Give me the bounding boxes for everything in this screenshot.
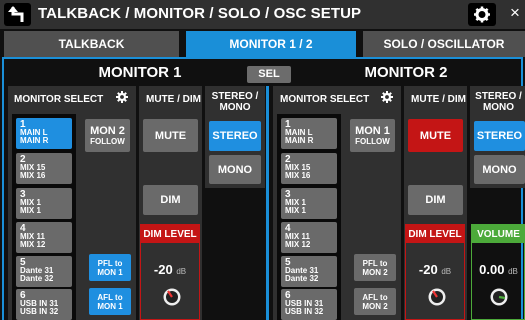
monitor1-follow-button[interactable]: MON 2 FOLLOW [85,119,130,152]
pfl-sublabel: MON 1 [97,267,123,277]
source-label-r: MIX 1 [285,206,306,215]
monitor2-title: MONITOR 2 [364,64,448,81]
tab-solo-oscillator[interactable]: SOLO / OSCILLATOR [363,31,525,57]
follow-sublabel: FOLLOW [90,137,125,146]
monitor2-source-1[interactable]: 1 MAIN L MAIN R [281,118,337,149]
monitor1-dim-button[interactable]: DIM [143,185,198,215]
afl-label: AFL to [362,292,388,302]
monitor2-dim-level-label: DIM LEVEL [406,225,464,243]
monitor1-mute-dim-header: MUTE / DIM [146,94,201,105]
monitor1-pfl-button[interactable]: PFL to MON 1 [89,254,131,281]
source-label-r: MIX 1 [20,206,41,215]
monitor2-source-4[interactable]: 4 MIX 11 MIX 12 [281,222,337,253]
monitor2-mute-button[interactable]: MUTE [408,119,463,152]
monitor2-volume-knob-icon[interactable] [489,287,509,307]
afl-sublabel: MON 1 [97,301,123,311]
stereo-mono-header-line1: STEREO / [475,91,522,102]
monitor2-mono-button[interactable]: MONO [474,155,525,184]
monitor2-volume-label: VOLUME [472,225,525,243]
monitor2-pfl-button[interactable]: PFL to MON 2 [354,254,396,281]
monitor1-source-3[interactable]: 3 MIX 1 MIX 1 [16,188,72,219]
monitor1-gear-icon[interactable] [115,90,129,104]
gear-icon [474,6,490,23]
pfl-label: PFL to [97,258,123,268]
monitor2-follow-button[interactable]: MON 1 FOLLOW [350,119,395,152]
pfl-sublabel: MON 2 [362,267,388,277]
monitor1-source-4[interactable]: 4 MIX 11 MIX 12 [16,222,72,253]
tab-monitor-1-2[interactable]: MONITOR 1 / 2 [186,31,356,57]
monitor2-source-6[interactable]: 6 USB IN 31 USB IN 32 [281,289,337,320]
stereo-mono-header-line1: STEREO / [211,91,259,102]
monitor1-source-5[interactable]: 5 Dante 31 Dante 32 [16,256,72,287]
monitor1-source-1[interactable]: 1 MAIN L MAIN R [16,118,72,149]
source-label-r: MAIN R [20,136,49,145]
monitor2-select-header: MONITOR SELECT [280,94,370,105]
page-title: TALKBACK / MONITOR / SOLO / OSC SETUP [38,5,362,22]
monitor1-mute-button[interactable]: MUTE [143,119,198,152]
monitor1-stereo-button[interactable]: STEREO [209,121,261,151]
tab-talkback[interactable]: TALKBACK [4,31,179,57]
monitor1-afl-button[interactable]: AFL to MON 1 [89,288,131,315]
source-label-r: USB IN 32 [20,307,59,316]
dim-level-unit: dB [441,267,452,276]
source-label-r: MIX 16 [285,171,311,180]
follow-label: MON 2 [90,125,125,137]
monitor2-dim-level-value: -20 dB [406,262,464,277]
monitor2-source-3[interactable]: 3 MIX 1 MIX 1 [281,188,337,219]
dim-level-number: -20 [153,262,173,277]
source-label-r: Dante 32 [20,274,54,283]
follow-label: MON 1 [355,125,390,137]
back-arrow-icon [8,6,24,22]
monitor2-gear-icon[interactable] [380,90,394,104]
dim-level-unit: dB [176,267,187,276]
monitor1-mono-button[interactable]: MONO [209,155,261,184]
monitor1-select-header: MONITOR SELECT [14,94,104,105]
monitor2-mute-dim-header: MUTE / DIM [411,94,466,105]
source-label-r: MIX 12 [20,240,46,249]
volume-unit: dB [508,267,518,276]
dim-level-number: -20 [418,262,438,277]
monitor-divider [266,86,269,320]
monitor1-dim-level-label: DIM LEVEL [141,225,199,243]
pfl-label: PFL to [362,258,388,268]
stereo-mono-header-line2: MONO [219,102,251,113]
source-label-r: Dante 32 [285,274,319,283]
volume-number: 0.00 [479,262,505,277]
monitor2-afl-button[interactable]: AFL to MON 2 [354,288,396,315]
monitor1-dim-level-value: -20 dB [141,262,199,277]
source-label-r: USB IN 32 [285,307,324,316]
follow-sublabel: FOLLOW [355,137,390,146]
monitor1-stereo-mono-header: STEREO / MONO [205,91,265,113]
monitor2-dim-button[interactable]: DIM [408,185,463,215]
monitor2-stereo-mono-header: STEREO / MONO [472,91,525,113]
settings-button[interactable] [468,3,496,26]
stereo-mono-header-line2: MONO [482,102,515,113]
source-label-r: MIX 16 [20,171,46,180]
close-icon[interactable]: × [510,3,520,23]
sel-button[interactable]: SEL [247,66,291,83]
monitor1-source-2[interactable]: 2 MIX 15 MIX 16 [16,153,72,184]
source-label-r: MAIN R [285,136,314,145]
monitor2-dim-level-knob-icon[interactable] [427,287,447,307]
monitor1-title: MONITOR 1 [98,64,182,81]
afl-label: AFL to [97,292,123,302]
monitor2-stereo-button[interactable]: STEREO [474,121,525,151]
monitor1-dim-level-knob-icon[interactable] [162,287,182,307]
monitor2-volume-value: 0.00 dB [472,262,525,277]
source-label-r: MIX 12 [285,240,311,249]
monitor2-source-5[interactable]: 5 Dante 31 Dante 32 [281,256,337,287]
back-button[interactable] [4,3,31,26]
afl-sublabel: MON 2 [362,301,388,311]
monitor2-source-2[interactable]: 2 MIX 15 MIX 16 [281,153,337,184]
monitor1-source-6[interactable]: 6 USB IN 31 USB IN 32 [16,289,72,320]
